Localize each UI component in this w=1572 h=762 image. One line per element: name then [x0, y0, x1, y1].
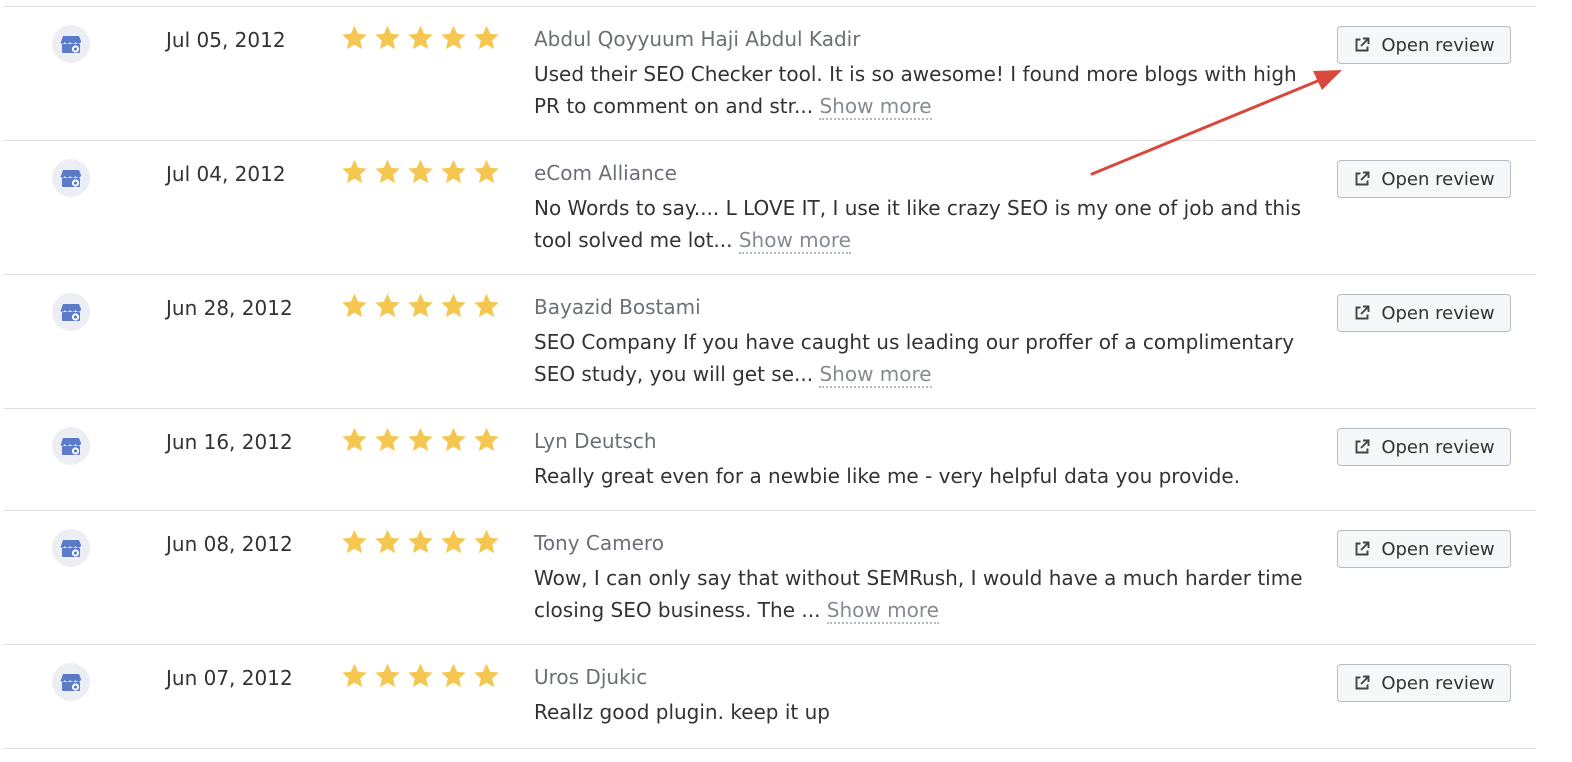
star-icon	[441, 25, 466, 50]
review-text: Reallz good plugin. keep it up	[534, 700, 830, 724]
star-icon	[375, 663, 400, 688]
star-icon	[375, 25, 400, 50]
star-icon	[474, 293, 499, 318]
review-list: Jul 05, 2012 Abdul Qoyyuum Haji Abdul Ka…	[4, 6, 1536, 749]
star-rating	[340, 24, 501, 52]
star-rating	[340, 426, 501, 454]
open-review-button[interactable]: Open review	[1337, 664, 1511, 702]
review-text-block: Really great even for a newbie like me -…	[534, 460, 1304, 492]
review-date: Jun 16, 2012	[166, 430, 293, 454]
star-rating	[340, 528, 501, 556]
star-icon	[342, 427, 367, 452]
external-link-icon	[1355, 171, 1370, 186]
star-icon	[441, 427, 466, 452]
review-author: Abdul Qoyyuum Haji Abdul Kadir	[534, 27, 861, 51]
star-rating	[340, 662, 501, 690]
external-link-icon	[1355, 305, 1370, 320]
review-text: No Words to say.... L LOVE IT, I use it …	[534, 196, 1302, 252]
review-date: Jun 07, 2012	[166, 666, 293, 690]
star-icon	[441, 529, 466, 554]
star-icon	[408, 427, 433, 452]
show-more-link[interactable]: Show more	[819, 362, 932, 388]
review-date: Jul 04, 2012	[166, 162, 286, 186]
show-more-link[interactable]: Show more	[738, 228, 851, 254]
open-review-label: Open review	[1381, 34, 1495, 56]
review-row: Jul 04, 2012 eCom Alliance No Words to s…	[4, 141, 1536, 275]
star-icon	[375, 159, 400, 184]
review-text-block: Used their SEO Checker tool. It is so aw…	[534, 58, 1304, 122]
review-text-block: Reallz good plugin. keep it up	[534, 696, 1304, 728]
star-icon	[342, 293, 367, 318]
review-author: Uros Djukic	[534, 665, 648, 689]
star-icon	[342, 663, 367, 688]
store-icon	[52, 529, 90, 567]
star-icon	[408, 25, 433, 50]
store-icon	[52, 25, 90, 63]
star-icon	[375, 427, 400, 452]
external-link-icon	[1355, 37, 1370, 52]
review-row: Jun 07, 2012 Uros Djukic Reallz good plu…	[4, 645, 1536, 749]
star-icon	[375, 293, 400, 318]
star-icon	[342, 25, 367, 50]
open-review-button[interactable]: Open review	[1337, 530, 1511, 568]
star-icon	[342, 159, 367, 184]
star-icon	[408, 663, 433, 688]
review-author: Lyn Deutsch	[534, 429, 657, 453]
open-review-label: Open review	[1381, 302, 1495, 324]
review-text: Really great even for a newbie like me -…	[534, 464, 1241, 488]
star-icon	[474, 427, 499, 452]
external-link-icon	[1355, 439, 1370, 454]
review-content: Bayazid Bostami SEO Company If you have …	[534, 292, 1304, 390]
review-text-block: Wow, I can only say that without SEMRush…	[534, 562, 1304, 626]
star-icon	[408, 529, 433, 554]
store-icon	[52, 293, 90, 331]
review-content: Lyn Deutsch Really great even for a newb…	[534, 426, 1304, 492]
star-icon	[474, 159, 499, 184]
star-icon	[441, 159, 466, 184]
review-content: Abdul Qoyyuum Haji Abdul Kadir Used thei…	[534, 24, 1304, 122]
review-content: Tony Camero Wow, I can only say that wit…	[534, 528, 1304, 626]
open-review-button[interactable]: Open review	[1337, 294, 1511, 332]
review-date: Jun 28, 2012	[166, 296, 293, 320]
open-review-label: Open review	[1381, 672, 1495, 694]
star-rating	[340, 292, 501, 320]
review-content: Uros Djukic Reallz good plugin. keep it …	[534, 662, 1304, 728]
star-icon	[375, 529, 400, 554]
external-link-icon	[1355, 675, 1370, 690]
star-rating	[340, 158, 501, 186]
review-row: Jun 16, 2012 Lyn Deutsch Really great ev…	[4, 409, 1536, 511]
star-icon	[441, 293, 466, 318]
store-icon	[52, 159, 90, 197]
star-icon	[441, 663, 466, 688]
open-review-label: Open review	[1381, 168, 1495, 190]
open-review-button[interactable]: Open review	[1337, 160, 1511, 198]
review-row: Jun 08, 2012 Tony Camero Wow, I can only…	[4, 511, 1536, 645]
review-author: Tony Camero	[534, 531, 664, 555]
review-row: Jul 05, 2012 Abdul Qoyyuum Haji Abdul Ka…	[4, 7, 1536, 141]
review-author: Bayazid Bostami	[534, 295, 701, 319]
review-author: eCom Alliance	[534, 161, 677, 185]
review-date: Jun 08, 2012	[166, 532, 293, 556]
open-review-label: Open review	[1381, 538, 1495, 560]
review-content: eCom Alliance No Words to say.... L LOVE…	[534, 158, 1304, 256]
show-more-link[interactable]: Show more	[819, 94, 932, 120]
open-review-label: Open review	[1381, 436, 1495, 458]
review-row: Jun 28, 2012 Bayazid Bostami SEO Company…	[4, 275, 1536, 409]
review-text-block: No Words to say.... L LOVE IT, I use it …	[534, 192, 1304, 256]
store-icon	[52, 427, 90, 465]
open-review-button[interactable]: Open review	[1337, 26, 1511, 64]
review-text-block: SEO Company If you have caught us leadin…	[534, 326, 1304, 390]
star-icon	[342, 529, 367, 554]
show-more-link[interactable]: Show more	[826, 598, 939, 624]
star-icon	[408, 159, 433, 184]
star-icon	[474, 529, 499, 554]
open-review-button[interactable]: Open review	[1337, 428, 1511, 466]
external-link-icon	[1355, 541, 1370, 556]
review-date: Jul 05, 2012	[166, 28, 286, 52]
star-icon	[474, 25, 499, 50]
star-icon	[408, 293, 433, 318]
store-icon	[52, 663, 90, 701]
star-icon	[474, 663, 499, 688]
